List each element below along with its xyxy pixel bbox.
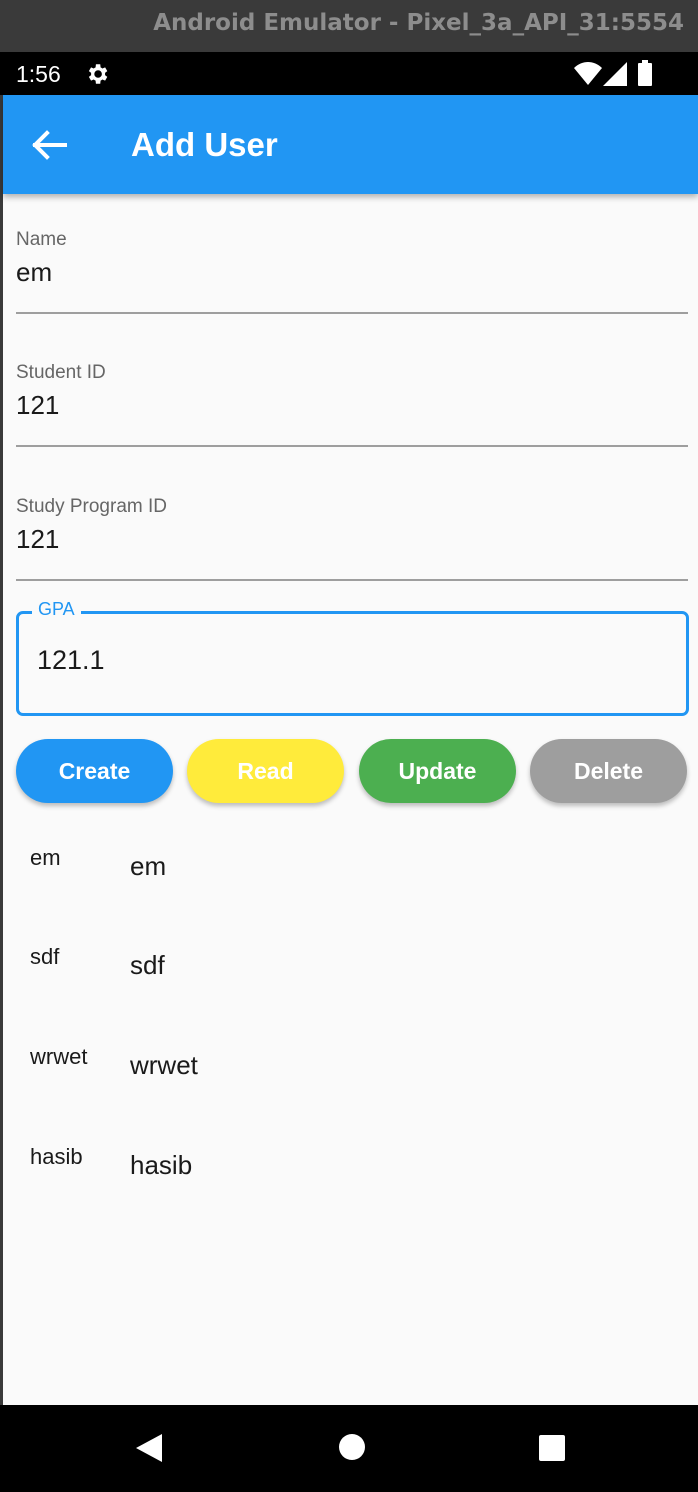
study-program-id-field[interactable]: Study Program ID [16, 496, 688, 581]
update-button[interactable]: Update [359, 739, 516, 803]
list-item-col2: wrwet [130, 1050, 198, 1080]
study-program-id-underline [16, 579, 688, 581]
status-time: 1:56 [16, 61, 61, 87]
create-button[interactable]: Create [16, 739, 173, 803]
gear-icon [88, 64, 108, 84]
list-item-col1: sdf [30, 944, 60, 969]
list-item-col2: sdf [130, 950, 165, 980]
system-nav-bar [0, 1405, 698, 1492]
battery-icon [638, 60, 652, 86]
read-button[interactable]: Read [187, 739, 344, 803]
name-underline [16, 312, 688, 314]
list-item[interactable]: wrwet wrwet [3, 1044, 698, 1144]
study-program-id-label: Study Program ID [16, 496, 167, 517]
page-title: Add User [131, 126, 278, 163]
list-item[interactable]: sdf sdf [3, 944, 698, 1044]
signal-icon [603, 62, 627, 86]
back-button[interactable] [25, 121, 73, 169]
gpa-label: GPA [32, 599, 81, 620]
student-id-field[interactable]: Student ID [16, 362, 688, 447]
name-input[interactable] [16, 257, 688, 288]
student-id-label: Student ID [16, 362, 106, 383]
list-item-col1: wrwet [30, 1044, 88, 1069]
name-label: Name [16, 229, 67, 250]
list-item-col1: hasib [30, 1144, 83, 1169]
list-item-col1: em [30, 845, 61, 870]
emulator-title-bar: Android Emulator - Pixel_3a_API_31:5554 [0, 0, 698, 52]
name-field[interactable]: Name [16, 229, 688, 314]
list-item[interactable]: em em [3, 845, 698, 945]
list-item-col2: em [130, 851, 167, 881]
app-bar: Add User [3, 95, 698, 194]
arrow-back-icon [32, 130, 67, 160]
square-recents-icon[interactable] [538, 1434, 566, 1462]
study-program-id-input[interactable] [16, 524, 688, 555]
list-item-col2: hasib [130, 1150, 193, 1180]
main-content: Name Student ID Study Program ID GPA Cre… [3, 194, 698, 1405]
gpa-field[interactable]: GPA [16, 599, 689, 716]
circle-home-icon[interactable] [338, 1433, 366, 1461]
triangle-back-icon[interactable] [132, 1432, 164, 1464]
delete-button[interactable]: Delete [530, 739, 687, 803]
gpa-input[interactable] [37, 645, 657, 676]
student-id-input[interactable] [16, 390, 688, 421]
list-item[interactable]: hasib hasib [3, 1144, 698, 1244]
emulator-title: Android Emulator - Pixel_3a_API_31:5554 [153, 10, 684, 36]
status-bar: 1:56 [0, 52, 698, 95]
wifi-icon [574, 62, 602, 85]
student-id-underline [16, 445, 688, 447]
